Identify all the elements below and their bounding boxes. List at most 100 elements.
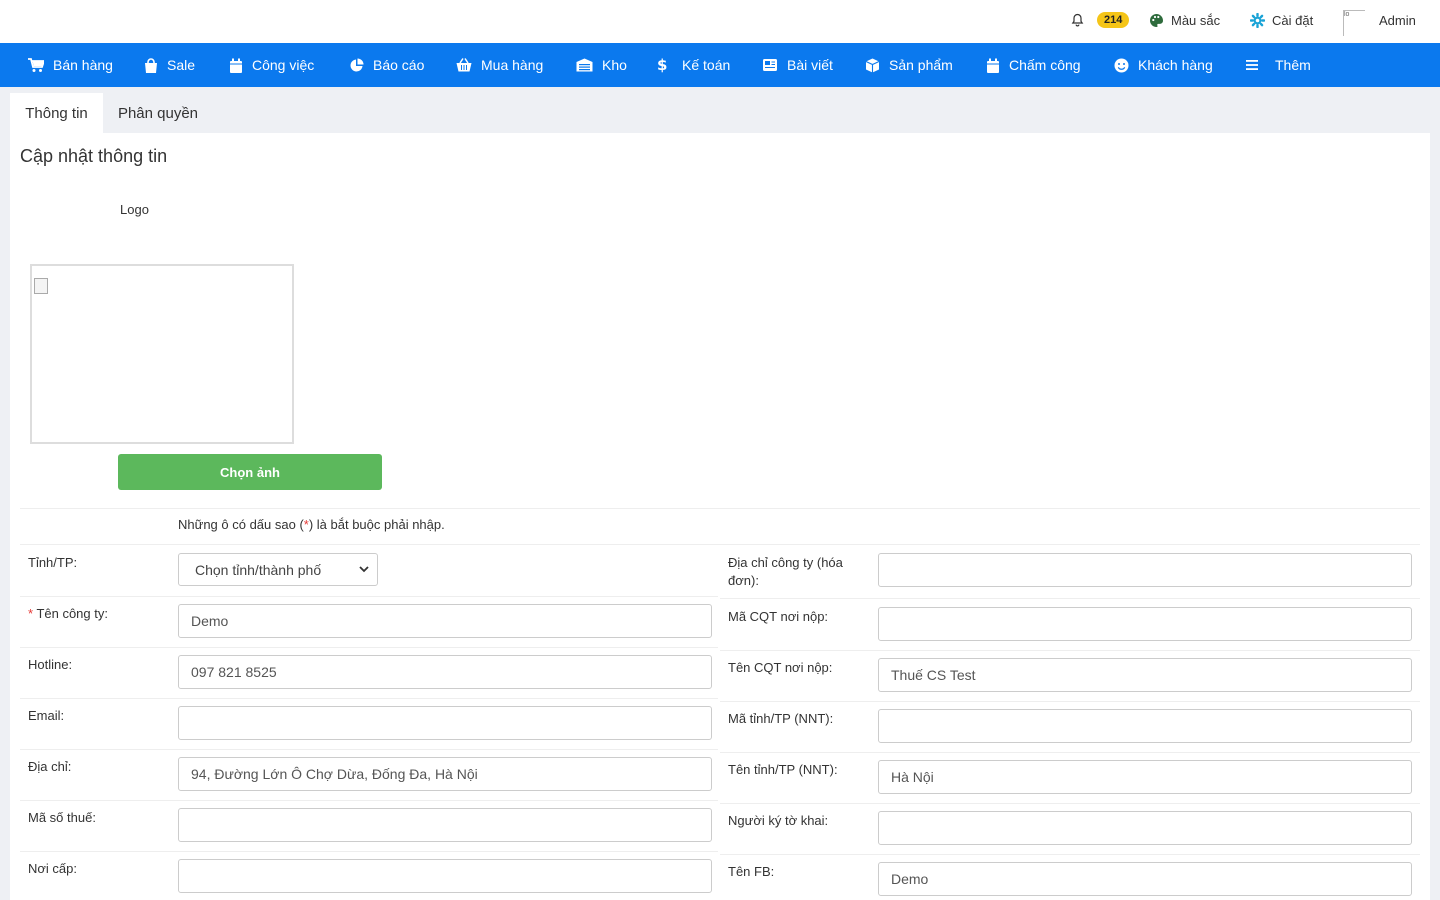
field-label: * Tên công ty:: [28, 605, 153, 623]
colors-menu[interactable]: Màu sắc: [1148, 0, 1220, 40]
form-row-ten-tinh-nnt: Tên tỉnh/TP (NNT): Hà Nội: [720, 753, 1420, 804]
user-name: Admin: [1379, 12, 1416, 28]
nav-label: Mua hàng: [481, 57, 544, 73]
top-bar: 214 Màu sắc Cài đặt lo Admin: [0, 0, 1440, 43]
nav-item-khach-hang[interactable]: Khách hàng: [1114, 43, 1213, 87]
field-label: Tỉnh/TP:: [28, 555, 78, 570]
smile-icon: [1114, 58, 1129, 72]
calendar-icon: [230, 58, 242, 73]
field-label: Mã tỉnh/TP (NNT):: [728, 711, 834, 726]
form-row-email: Email:: [20, 699, 718, 750]
province-select[interactable]: Chọn tỉnh/thành phố: [178, 553, 378, 586]
nav-label: Sản phẩm: [889, 57, 953, 73]
invoice-address-input[interactable]: [878, 553, 1412, 587]
field-label: Nơi cấp:: [28, 861, 77, 876]
form-row-ma-so-thue: Mã số thuế:: [20, 801, 718, 852]
tab-phan-quyen[interactable]: Phân quyền: [103, 93, 213, 133]
taxpayer-province-name-input[interactable]: Hà Nội: [878, 760, 1412, 794]
form-row-noi-cap: Nơi cấp:: [20, 852, 718, 900]
box-icon: [865, 58, 880, 72]
notification-count-badge: 214: [1097, 12, 1130, 28]
form-row-nguoi-ky: Người ký tờ khai:: [720, 804, 1420, 855]
nav-item-bai-viet[interactable]: Bài viết: [762, 43, 833, 87]
newspaper-icon: [763, 59, 777, 71]
settings-menu[interactable]: Cài đặt: [1249, 0, 1313, 40]
broken-image-icon: [34, 278, 48, 294]
field-label: Tên CQT nơi nộp:: [728, 660, 833, 675]
form-row-tinh-tp: Tỉnh/TP: Chọn tỉnh/thành phố: [20, 546, 718, 597]
nav-item-them[interactable]: Thêm: [1245, 43, 1311, 87]
issued-place-input[interactable]: [178, 859, 712, 893]
nav-label: Kho: [602, 57, 627, 73]
form-row-ten-fb: Tên FB: Demo: [720, 855, 1420, 900]
form-row-ma-cqt: Mã CQT nơi nộp:: [720, 600, 1420, 651]
shopping-bag-icon: [145, 57, 157, 73]
nav-label: Chấm công: [1009, 57, 1081, 73]
nav-item-kho[interactable]: Kho: [576, 43, 627, 87]
choose-image-button[interactable]: Chọn ảnh: [118, 454, 382, 490]
form-row-dia-chi-cong-ty: Địa chỉ công ty (hóa đơn):: [720, 546, 1420, 599]
notifications[interactable]: 214: [1069, 0, 1130, 40]
cart-icon: [28, 57, 44, 72]
divider: [20, 508, 1420, 509]
field-label: Địa chỉ:: [28, 759, 72, 774]
field-label: Hotline:: [28, 657, 73, 672]
form-row-ma-tinh-nnt: Mã tỉnh/TP (NNT):: [720, 702, 1420, 753]
menu-icon: [1246, 60, 1258, 70]
field-label: Email:: [28, 708, 65, 723]
nav-item-cong-viec[interactable]: Công việc: [229, 43, 314, 87]
nav-item-mua-hang[interactable]: Mua hàng: [456, 43, 543, 87]
province-select-value: Chọn tỉnh/thành phố: [195, 561, 322, 578]
nav-label: Báo cáo: [373, 57, 425, 73]
nav-label: Bài viết: [787, 57, 833, 73]
tax-office-code-input[interactable]: [878, 607, 1412, 641]
warehouse-icon: [576, 58, 593, 72]
address-input[interactable]: 94, Đường Lớn Ô Chợ Dừa, Đống Đa, Hà Nội: [178, 757, 712, 791]
nav-item-san-pham[interactable]: Sản phẩm: [865, 43, 953, 87]
pie-chart-icon: [350, 58, 364, 71]
form-row-ten-cqt: Tên CQT nơi nộp: Thuế CS Test: [720, 651, 1420, 702]
field-label: Tên FB:: [728, 864, 775, 879]
divider: [20, 544, 1420, 545]
field-label: Mã CQT nơi nộp:: [728, 609, 829, 624]
logo-preview: [30, 264, 294, 444]
tab-thong-tin[interactable]: Thông tin: [10, 93, 103, 133]
signer-input[interactable]: [878, 811, 1412, 845]
email-input[interactable]: [178, 706, 712, 740]
field-label-text: Tên công ty:: [36, 606, 108, 621]
field-label: Người ký tờ khai:: [728, 813, 829, 828]
field-label: Mã số thuế:: [28, 810, 96, 825]
tax-code-input[interactable]: [178, 808, 712, 842]
nav-item-ban-hang[interactable]: Bán hàng: [28, 43, 113, 87]
nav-item-ke-toan[interactable]: $ Kế toán: [657, 43, 730, 87]
settings-label: Cài đặt: [1272, 12, 1314, 28]
calendar-icon: [987, 58, 999, 73]
nav-item-cham-cong[interactable]: Chấm công: [986, 43, 1081, 87]
nav-label: Thêm: [1275, 57, 1311, 73]
colors-label: Màu sắc: [1171, 12, 1221, 28]
user-menu[interactable]: lo Admin: [1343, 0, 1416, 40]
page-title: Cập nhật thông tin: [20, 146, 168, 166]
palette-icon: [1148, 12, 1164, 28]
basket-icon: [456, 58, 472, 72]
nav-label: Công việc: [252, 57, 315, 73]
required-note-start: Những ô có dấu sao (: [178, 517, 304, 532]
avatar: lo: [1343, 10, 1365, 36]
nav-item-sale[interactable]: Sale: [144, 43, 195, 87]
bell-icon: [1069, 12, 1085, 28]
tax-office-name-input[interactable]: Thuế CS Test: [878, 658, 1412, 692]
field-label: Tên tỉnh/TP (NNT):: [728, 762, 838, 777]
company-name-input[interactable]: Demo: [178, 604, 712, 638]
logo-label: Logo: [120, 202, 149, 217]
form-row-dia-chi: Địa chỉ: 94, Đường Lớn Ô Chợ Dừa, Đống Đ…: [20, 750, 718, 801]
nav-item-bao-cao[interactable]: Báo cáo: [349, 43, 424, 87]
field-label: Địa chỉ công ty (hóa đơn):: [728, 555, 843, 588]
taxpayer-province-code-input[interactable]: [878, 709, 1412, 743]
form-row-ten-cong-ty: * Tên công ty: Demo: [20, 597, 718, 648]
facebook-name-input[interactable]: Demo: [878, 862, 1412, 896]
svg-text:$: $: [657, 57, 667, 73]
hotline-input[interactable]: 097 821 8525: [178, 655, 712, 689]
dollar-icon: $: [657, 57, 667, 73]
required-note-end: ) là bắt buộc phải nhập.: [308, 517, 445, 532]
chevron-down-icon: [359, 566, 369, 573]
